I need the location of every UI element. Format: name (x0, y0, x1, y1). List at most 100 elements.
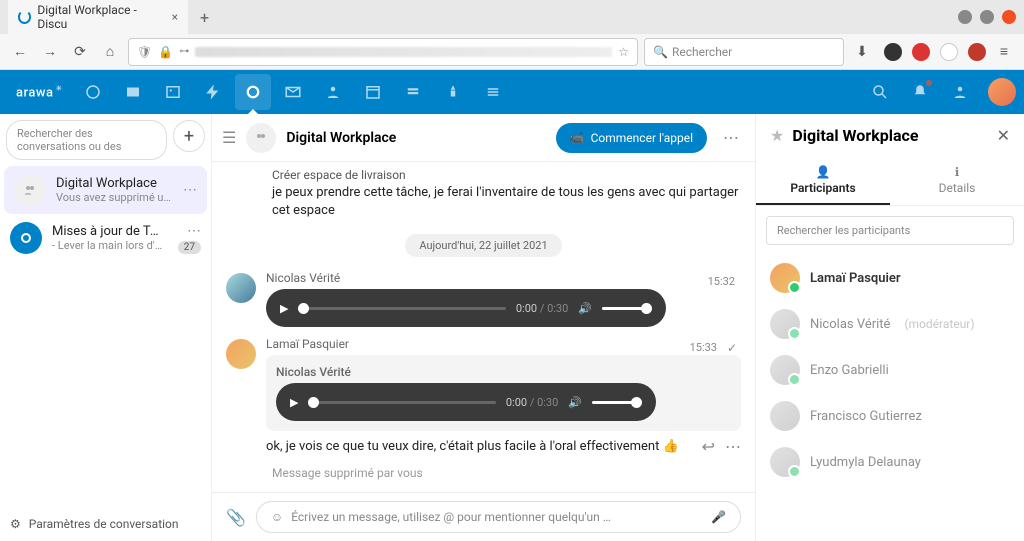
nav-dashboard-icon[interactable] (75, 74, 111, 110)
nav-talk-icon[interactable] (235, 74, 271, 110)
talk-changelog-avatar-icon (10, 222, 42, 254)
conversation-subtitle: - Lever la main lors d'u… (52, 239, 164, 252)
volume-icon[interactable]: 🔊 (578, 302, 592, 315)
system-message: Créer espace de livraison (272, 168, 741, 182)
browser-tab[interactable]: Digital Workplace - Discu × (8, 0, 188, 37)
nav-photos-icon[interactable] (155, 74, 191, 110)
extension-icon-3[interactable] (940, 43, 958, 61)
conversation-item[interactable]: Mises à jour de Talk ✅ - Lever la main l… (0, 214, 211, 262)
volume-slider[interactable] (602, 307, 652, 310)
nav-contacts-icon[interactable] (315, 74, 351, 110)
lock-icon: 🔒 (158, 45, 173, 59)
audio-seek[interactable] (298, 307, 505, 310)
nav-calendar-icon[interactable] (355, 74, 391, 110)
participant-row[interactable]: Lyudmyla Delaunay (756, 439, 1024, 485)
search-placeholder: Rechercher (672, 45, 732, 59)
reload-button[interactable]: ⟳ (68, 40, 92, 64)
chat-title: Digital Workplace (286, 130, 545, 146)
tab-close-icon[interactable]: × (172, 10, 178, 24)
participant-avatar (770, 447, 800, 477)
conversation-item[interactable]: Digital Workplace Vous avez supprimé un … (4, 166, 207, 214)
chat-scroll[interactable]: Créer espace de livraison je peux prendr… (212, 162, 755, 492)
message-avatar (226, 339, 256, 369)
header-search-icon[interactable] (862, 74, 898, 110)
play-icon[interactable]: ▶ (290, 396, 298, 409)
conversation-settings-button[interactable]: ⚙ Paramètres de conversation (0, 507, 211, 541)
browser-menu-icon[interactable]: ≡ (992, 40, 1016, 64)
browser-search[interactable]: 🔍 Rechercher (644, 38, 844, 66)
start-call-button[interactable]: 📹 Commencer l'appel (556, 123, 707, 153)
message-text: ok, je vois ce que tu veux dire, c'était… (266, 439, 692, 454)
nav-mail-icon[interactable] (275, 74, 311, 110)
emoji-icon[interactable]: ☺ (271, 510, 283, 524)
window-minimize-icon[interactable] (958, 10, 972, 24)
chat-input[interactable]: ☺ Écrivez un message, utilisez @ pour me… (256, 501, 741, 533)
downloads-icon[interactable]: ⬇ (850, 40, 874, 64)
new-tab-button[interactable]: + (194, 6, 215, 29)
audio-player[interactable]: ▶ 0:00 / 0:30 🔊 (266, 289, 666, 327)
back-button[interactable]: ← (8, 40, 32, 64)
participant-row[interactable]: Francisco Gutierrez (756, 393, 1024, 439)
conversation-more-icon[interactable]: ⋯ (183, 182, 197, 198)
read-check-icon: ✓ (727, 341, 737, 355)
audio-player[interactable]: ▶ 0:00 / 0:30 🔊 (276, 383, 656, 421)
forward-button[interactable]: → (38, 40, 62, 64)
browser-toolbar: ← → ⟳ ⌂ 🛡 🔒 ⊶ ☆ 🔍 Rechercher ⬇ ≡ (0, 34, 1024, 70)
favorite-star-icon[interactable]: ★ (770, 126, 784, 145)
add-conversation-button[interactable]: + (173, 120, 205, 152)
date-divider: Aujourd'hui, 22 juillet 2021 (226, 234, 741, 257)
participants-search[interactable]: Rechercher les participants (766, 216, 1014, 245)
attach-icon[interactable]: 📎 (226, 508, 246, 527)
video-icon: 📹 (570, 131, 585, 145)
window-maximize-icon[interactable] (980, 10, 994, 24)
volume-slider[interactable] (592, 401, 642, 404)
participant-name: Enzo Gabrielli (810, 363, 889, 378)
chat-menu-icon[interactable]: ⋯ (717, 128, 745, 147)
message-more-icon[interactable]: ⋯ (725, 437, 741, 456)
browser-titlebar: Digital Workplace - Discu × + (0, 0, 1024, 34)
toggle-sidebar-icon[interactable]: ☰ (222, 128, 236, 147)
nav-files-icon[interactable] (115, 74, 151, 110)
participant-row[interactable]: Lamaï Pasquier (756, 255, 1024, 301)
close-panel-icon[interactable]: ✕ (997, 126, 1010, 145)
window-close-icon[interactable] (1002, 10, 1016, 24)
date-pill: Aujourd'hui, 22 juillet 2021 (405, 234, 561, 257)
conversation-search[interactable]: Rechercher des conversations ou des (6, 120, 167, 160)
participant-row[interactable]: Enzo Gabrielli (756, 347, 1024, 393)
app-logo[interactable]: arawa (8, 84, 71, 100)
gear-icon: ⚙ (10, 517, 21, 531)
audio-time: 0:00 / 0:30 (516, 302, 568, 315)
extension-icon-4[interactable] (968, 43, 986, 61)
tab-details[interactable]: ℹ Details (890, 157, 1024, 205)
extension-icon-1[interactable] (884, 43, 902, 61)
url-text (195, 47, 612, 57)
home-button[interactable]: ⌂ (98, 40, 122, 64)
conversation-more-icon[interactable]: ⋯ (187, 223, 201, 239)
volume-icon[interactable]: 🔊 (568, 396, 582, 409)
nav-upgrade-icon[interactable] (435, 74, 471, 110)
message-avatar (226, 273, 256, 303)
nav-deck-icon[interactable] (395, 74, 431, 110)
nav-more-icon[interactable] (475, 74, 511, 110)
message-block: Nicolas Vérité ▶ 0:00 / 0:30 🔊 15:32 (226, 271, 741, 327)
chat-header: ☰ Digital Workplace 📹 Commencer l'appel … (212, 114, 755, 162)
header-contacts-icon[interactable] (942, 74, 978, 110)
deleted-message: Message supprimé par vous (272, 466, 741, 480)
tab-participants[interactable]: 👤 Participants (756, 157, 890, 205)
right-panel-title: Digital Workplace (792, 126, 988, 145)
participant-avatar (770, 263, 800, 293)
play-icon[interactable]: ▶ (280, 302, 288, 315)
user-avatar[interactable] (988, 78, 1016, 106)
start-call-label: Commencer l'appel (591, 131, 693, 145)
nav-activity-icon[interactable] (195, 74, 231, 110)
notifications-icon[interactable] (902, 74, 938, 110)
url-bar[interactable]: 🛡 🔒 ⊶ ☆ (128, 38, 638, 66)
reply-icon[interactable]: ↩ (702, 437, 715, 456)
mic-icon[interactable]: 🎤 (711, 510, 726, 524)
tab-label: Participants (790, 181, 855, 195)
participant-row[interactable]: Nicolas Vérité (modérateur) (756, 301, 1024, 347)
audio-seek[interactable] (308, 401, 495, 404)
conversation-subtitle: Vous avez supprimé un mes… (56, 191, 173, 204)
extension-icon-2[interactable] (912, 43, 930, 61)
bookmark-star-icon[interactable]: ☆ (618, 45, 629, 59)
